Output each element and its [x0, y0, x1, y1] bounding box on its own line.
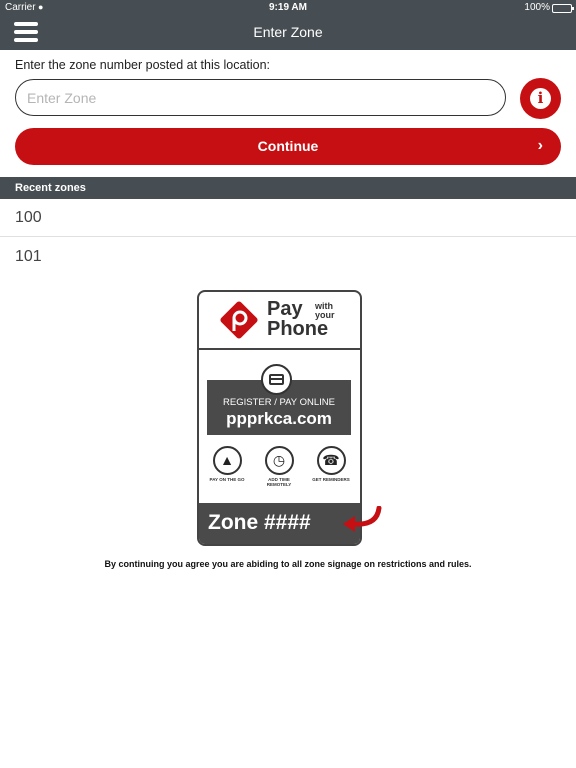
sign-divider — [199, 348, 360, 350]
sign-feature-caption: PAY ON THE GO — [209, 477, 245, 482]
sign-brand-phone: Phone — [267, 318, 329, 340]
sign-zone-band: Zone #### — [199, 503, 360, 544]
sign-brand: Pay with your Phone — [267, 298, 335, 340]
terms-note: By continuing you agree you are abiding … — [104, 559, 472, 569]
clock-icon: ◷ — [264, 446, 294, 475]
continue-label: Continue — [257, 138, 319, 154]
zone-prompt: Enter the zone number posted at this loc… — [15, 58, 271, 72]
zone-signage-image: Pay with your Phone REGISTER / PAY ONLIN… — [197, 290, 382, 546]
battery-percent: 100% — [524, 2, 550, 13]
phone-bell-icon: ☎ — [316, 446, 346, 475]
nav-bar: Enter Zone — [0, 16, 576, 50]
sign-feature-add-time: ◷ ADD TIME REMOTELY — [257, 446, 301, 487]
sign-register-label: REGISTER / PAY ONLINE — [223, 397, 335, 408]
red-arrow-icon — [343, 506, 382, 532]
continue-button[interactable]: Continue › — [15, 128, 561, 165]
info-button[interactable]: i — [520, 78, 561, 119]
recent-zones-header: Recent zones — [0, 177, 576, 199]
status-time: 9:19 AM — [269, 2, 307, 13]
recent-zone-value: 100 — [15, 209, 42, 226]
sign-brand-pay: Pay — [267, 298, 303, 320]
sign-feature-reminders: ☎ GET REMINDERS — [309, 446, 353, 482]
walking-person-icon: ▲ — [212, 446, 242, 475]
pay-with-phone-logo-icon — [220, 301, 258, 339]
recent-zone-item[interactable]: 100 — [0, 199, 576, 237]
zone-input[interactable] — [15, 79, 506, 116]
battery-icon — [552, 4, 574, 13]
recent-zone-value: 101 — [15, 248, 42, 265]
chevron-right-icon: › — [537, 137, 543, 154]
sign-feature-pay: ▲ PAY ON THE GO — [205, 446, 249, 482]
status-bar: Carrier ● 9:19 AM 100% — [0, 0, 576, 16]
info-icon: i — [530, 88, 551, 109]
browser-window-icon — [261, 364, 292, 395]
recent-zone-item[interactable]: 101 — [0, 238, 576, 276]
sign-zone-text: Zone #### — [208, 511, 311, 534]
sign-url: ppprkca.com — [226, 409, 332, 428]
sign-feature-caption: GET REMINDERS — [312, 477, 350, 482]
sign-brand-with-your: with your — [315, 301, 335, 320]
page-title: Enter Zone — [253, 24, 323, 40]
sign-feature-caption: ADD TIME REMOTELY — [266, 477, 292, 487]
